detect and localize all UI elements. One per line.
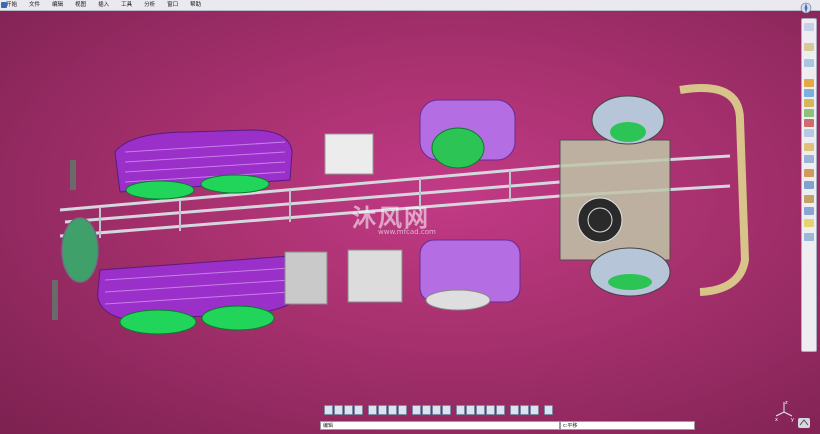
iso-view-icon[interactable]: [412, 405, 421, 415]
explode-icon[interactable]: [804, 129, 814, 137]
measure-item-icon[interactable]: [466, 405, 475, 415]
fit-all-icon[interactable]: [334, 405, 343, 415]
constraint-icon[interactable]: [804, 99, 814, 107]
product-icon[interactable]: [804, 181, 814, 189]
filter-icon[interactable]: [486, 405, 495, 415]
menu-analyze[interactable]: 分析: [138, 0, 161, 10]
search-icon[interactable]: [476, 405, 485, 415]
move-icon[interactable]: [804, 109, 814, 117]
component-icon[interactable]: [804, 195, 814, 203]
app-logo-icon[interactable]: [1, 2, 7, 8]
compass-icon[interactable]: [798, 2, 814, 14]
axis-x-label: x: [775, 417, 778, 422]
view-toolbar: [324, 404, 574, 416]
options-icon[interactable]: [544, 405, 553, 415]
right-toolbar: [801, 18, 817, 352]
swap-space-icon[interactable]: [442, 405, 451, 415]
render-icon[interactable]: [530, 405, 539, 415]
catalog-icon[interactable]: [804, 169, 814, 177]
watermark-url: www.mfcad.com: [378, 228, 436, 236]
axis-y-label: y: [791, 417, 794, 422]
menu-window[interactable]: 窗口: [161, 0, 184, 10]
section-icon[interactable]: [804, 155, 814, 163]
status-bar: 编辑 c:平移: [320, 421, 695, 430]
bulb-icon[interactable]: [804, 219, 814, 227]
measure-between-icon[interactable]: [456, 405, 465, 415]
axis-z-label: z: [785, 400, 788, 406]
pan-icon[interactable]: [344, 405, 353, 415]
rear-fender-bottom: [97, 255, 298, 319]
sketch-icon[interactable]: [804, 43, 814, 51]
status-message: 编辑: [320, 421, 560, 430]
axis-triad: x y z: [775, 400, 794, 422]
catia-logo-icon: [798, 418, 810, 428]
select-icon[interactable]: [804, 23, 814, 31]
menu-file[interactable]: 文件: [23, 0, 46, 10]
menu-bar: 开始 文件 编辑 视图 插入 工具 分析 窗口 帮助: [0, 0, 820, 11]
shading-icon[interactable]: [422, 405, 431, 415]
snap-icon[interactable]: [804, 119, 814, 127]
light-icon[interactable]: [520, 405, 529, 415]
settings-icon[interactable]: [804, 233, 814, 241]
camera-icon[interactable]: [496, 405, 505, 415]
hide-show-icon[interactable]: [432, 405, 441, 415]
multi-view-icon[interactable]: [398, 405, 407, 415]
menu-help[interactable]: 帮助: [184, 0, 207, 10]
zoom-in-icon[interactable]: [368, 405, 377, 415]
view-icon[interactable]: [804, 59, 814, 67]
measure-icon[interactable]: [804, 143, 814, 151]
menu-insert[interactable]: 插入: [92, 0, 115, 10]
command-input[interactable]: c:平移: [560, 421, 695, 430]
material-icon[interactable]: [510, 405, 519, 415]
zoom-out-icon[interactable]: [378, 405, 387, 415]
menu-view[interactable]: 视图: [69, 0, 92, 10]
fly-icon[interactable]: [324, 405, 333, 415]
part-icon[interactable]: [804, 79, 814, 87]
rotate-icon[interactable]: [354, 405, 363, 415]
normal-view-icon[interactable]: [388, 405, 397, 415]
assembly-icon[interactable]: [804, 89, 814, 97]
menu-tools[interactable]: 工具: [115, 0, 138, 10]
menu-edit[interactable]: 编辑: [46, 0, 69, 10]
replace-icon[interactable]: [804, 207, 814, 215]
